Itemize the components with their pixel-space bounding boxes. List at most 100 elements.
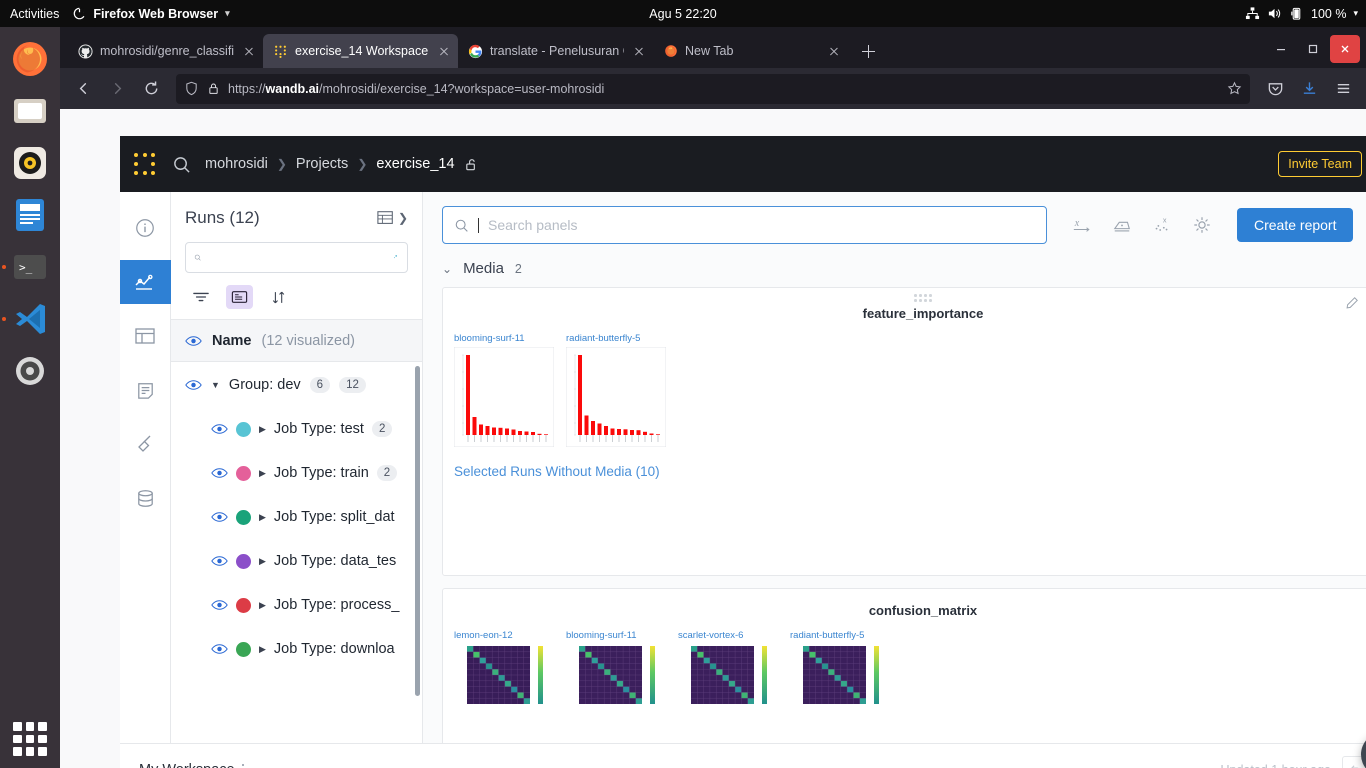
- chevron-down-icon[interactable]: ⌄: [442, 262, 452, 276]
- runs-job-row[interactable]: ▶ Job Type: test 2: [171, 407, 422, 451]
- eye-icon[interactable]: [211, 511, 228, 523]
- sidebar-item-workspace[interactable]: [120, 260, 171, 304]
- workspace-name[interactable]: My Workspace: [139, 762, 235, 768]
- run-thumbnail[interactable]: scarlet-vortex-6: [678, 630, 790, 719]
- dock-item-libreoffice[interactable]: [7, 192, 53, 238]
- run-thumbnail[interactable]: lemon-eon-12: [454, 630, 566, 719]
- edit-pencil-icon[interactable]: [1345, 296, 1359, 310]
- selected-runs-without-media-link[interactable]: Selected Runs Without Media (10): [443, 452, 1366, 479]
- runs-job-row[interactable]: ▶ Job Type: train 2: [171, 451, 422, 495]
- columns-button[interactable]: [226, 285, 253, 309]
- reload-button[interactable]: [136, 74, 166, 104]
- smoothing-icon[interactable]: [1111, 215, 1133, 235]
- gear-icon[interactable]: [1191, 214, 1213, 236]
- run-name[interactable]: lemon-eon-12: [454, 630, 566, 641]
- magic-wand-icon[interactable]: [391, 250, 399, 266]
- eye-icon[interactable]: [185, 379, 202, 391]
- caret-right-icon[interactable]: ▶: [259, 424, 266, 435]
- tab-google-translate[interactable]: translate - Penelusuran G: [458, 34, 653, 68]
- tab-new-tab[interactable]: New Tab: [653, 34, 848, 68]
- pocket-button[interactable]: [1260, 74, 1290, 104]
- runs-job-row[interactable]: ▶ Job Type: process_: [171, 583, 422, 627]
- workspace-menu-icon[interactable]: [241, 763, 245, 768]
- sidebar-item-table[interactable]: [120, 314, 171, 358]
- url-bar[interactable]: https://wandb.ai/mohrosidi/exercise_14?w…: [176, 73, 1250, 104]
- runs-list-scrollbar[interactable]: [415, 366, 420, 696]
- dock-item-terminal[interactable]: >_: [2, 244, 53, 290]
- tab-wandb-workspace[interactable]: exercise_14 Workspace –: [263, 34, 458, 68]
- section-title[interactable]: Media: [463, 260, 504, 277]
- runs-job-row[interactable]: ▶ Job Type: data_tes: [171, 539, 422, 583]
- caret-down-icon[interactable]: ▼: [211, 380, 220, 390]
- breadcrumb-entity[interactable]: mohrosidi: [205, 156, 268, 172]
- close-icon[interactable]: [436, 43, 452, 59]
- tab-github[interactable]: mohrosidi/genre_classific: [68, 34, 263, 68]
- app-menu[interactable]: Firefox Web Browser ▾: [73, 7, 230, 21]
- system-tray[interactable]: 100 % ▾: [1245, 6, 1358, 21]
- run-name[interactable]: radiant-butterfly-5: [790, 630, 902, 641]
- dock-item-firefox[interactable]: [7, 36, 53, 82]
- dock-item-vscode[interactable]: [2, 296, 53, 342]
- wandb-logo-icon[interactable]: [134, 152, 158, 176]
- ubuntu-dock[interactable]: >_: [0, 27, 60, 768]
- runs-search-input[interactable]: [185, 242, 408, 273]
- eye-icon[interactable]: [211, 467, 228, 479]
- caret-right-icon[interactable]: ▶: [259, 644, 266, 655]
- eye-icon[interactable]: [211, 555, 228, 567]
- eye-icon[interactable]: [211, 423, 228, 435]
- drag-handle[interactable]: [914, 294, 932, 302]
- close-icon[interactable]: [241, 43, 257, 59]
- filter-button[interactable]: [187, 285, 214, 309]
- run-thumbnail[interactable]: blooming-surf-11: [566, 630, 678, 719]
- run-thumbnail[interactable]: radiant-butterfly-5: [790, 630, 902, 719]
- eye-icon[interactable]: [211, 643, 228, 655]
- eye-icon[interactable]: [211, 599, 228, 611]
- caret-right-icon[interactable]: ▶: [259, 600, 266, 611]
- search-icon[interactable]: [172, 155, 191, 174]
- workspace-name-group[interactable]: My Workspace: [139, 762, 245, 768]
- downloads-button[interactable]: [1294, 74, 1324, 104]
- forward-button[interactable]: [102, 74, 132, 104]
- run-thumbnail[interactable]: radiant-butterfly-5: [565, 333, 678, 452]
- caret-right-icon[interactable]: ▶: [259, 556, 266, 567]
- create-report-button[interactable]: Create report: [1237, 208, 1354, 242]
- close-icon[interactable]: [631, 43, 647, 59]
- runs-group-row[interactable]: ▼ Group: dev 6 12: [171, 362, 422, 407]
- runs-job-row[interactable]: ▶ Job Type: split_dat: [171, 495, 422, 539]
- invite-team-button[interactable]: Invite Team: [1278, 151, 1362, 177]
- eye-icon[interactable]: [185, 335, 202, 347]
- minimize-button[interactable]: [1266, 35, 1296, 63]
- sidebar-item-sweeps[interactable]: [120, 476, 171, 520]
- dock-item-rhythmbox[interactable]: [7, 140, 53, 186]
- run-name[interactable]: blooming-surf-11: [566, 630, 678, 641]
- runs-name-row[interactable]: Name (12 visualized): [171, 320, 422, 362]
- sort-button[interactable]: [265, 285, 292, 309]
- expand-runs-table-button[interactable]: ❯: [376, 209, 408, 227]
- sidebar-item-overview[interactable]: [120, 206, 171, 250]
- outlier-icon[interactable]: x: [1151, 215, 1173, 235]
- run-name[interactable]: scarlet-vortex-6: [678, 630, 790, 641]
- dock-item-files[interactable]: [7, 88, 53, 134]
- runs-job-row[interactable]: ▶ Job Type: downloa: [171, 627, 422, 671]
- show-applications-icon[interactable]: [13, 722, 47, 756]
- runs-search-field[interactable]: [208, 250, 385, 265]
- run-name[interactable]: radiant-butterfly-5: [566, 333, 678, 344]
- maximize-button[interactable]: [1298, 35, 1328, 63]
- activities-button[interactable]: Activities: [0, 7, 73, 21]
- dock-item-settings[interactable]: [7, 348, 53, 394]
- run-name[interactable]: blooming-surf-11: [454, 333, 566, 344]
- unlock-icon[interactable]: [464, 157, 479, 172]
- x-axis-icon[interactable]: x: [1071, 215, 1093, 235]
- menu-button[interactable]: [1328, 74, 1358, 104]
- close-icon[interactable]: [826, 43, 842, 59]
- breadcrumb-project[interactable]: exercise_14: [376, 156, 454, 172]
- close-window-button[interactable]: [1330, 35, 1360, 63]
- bookmark-star-icon[interactable]: [1227, 81, 1242, 96]
- sidebar-item-artifacts[interactable]: [120, 422, 171, 466]
- breadcrumb-projects[interactable]: Projects: [296, 156, 348, 172]
- back-button[interactable]: [68, 74, 98, 104]
- caret-right-icon[interactable]: ▶: [259, 468, 266, 479]
- run-thumbnail[interactable]: blooming-surf-11: [453, 333, 566, 452]
- sidebar-item-reports[interactable]: [120, 368, 171, 412]
- new-tab-button[interactable]: [854, 37, 882, 65]
